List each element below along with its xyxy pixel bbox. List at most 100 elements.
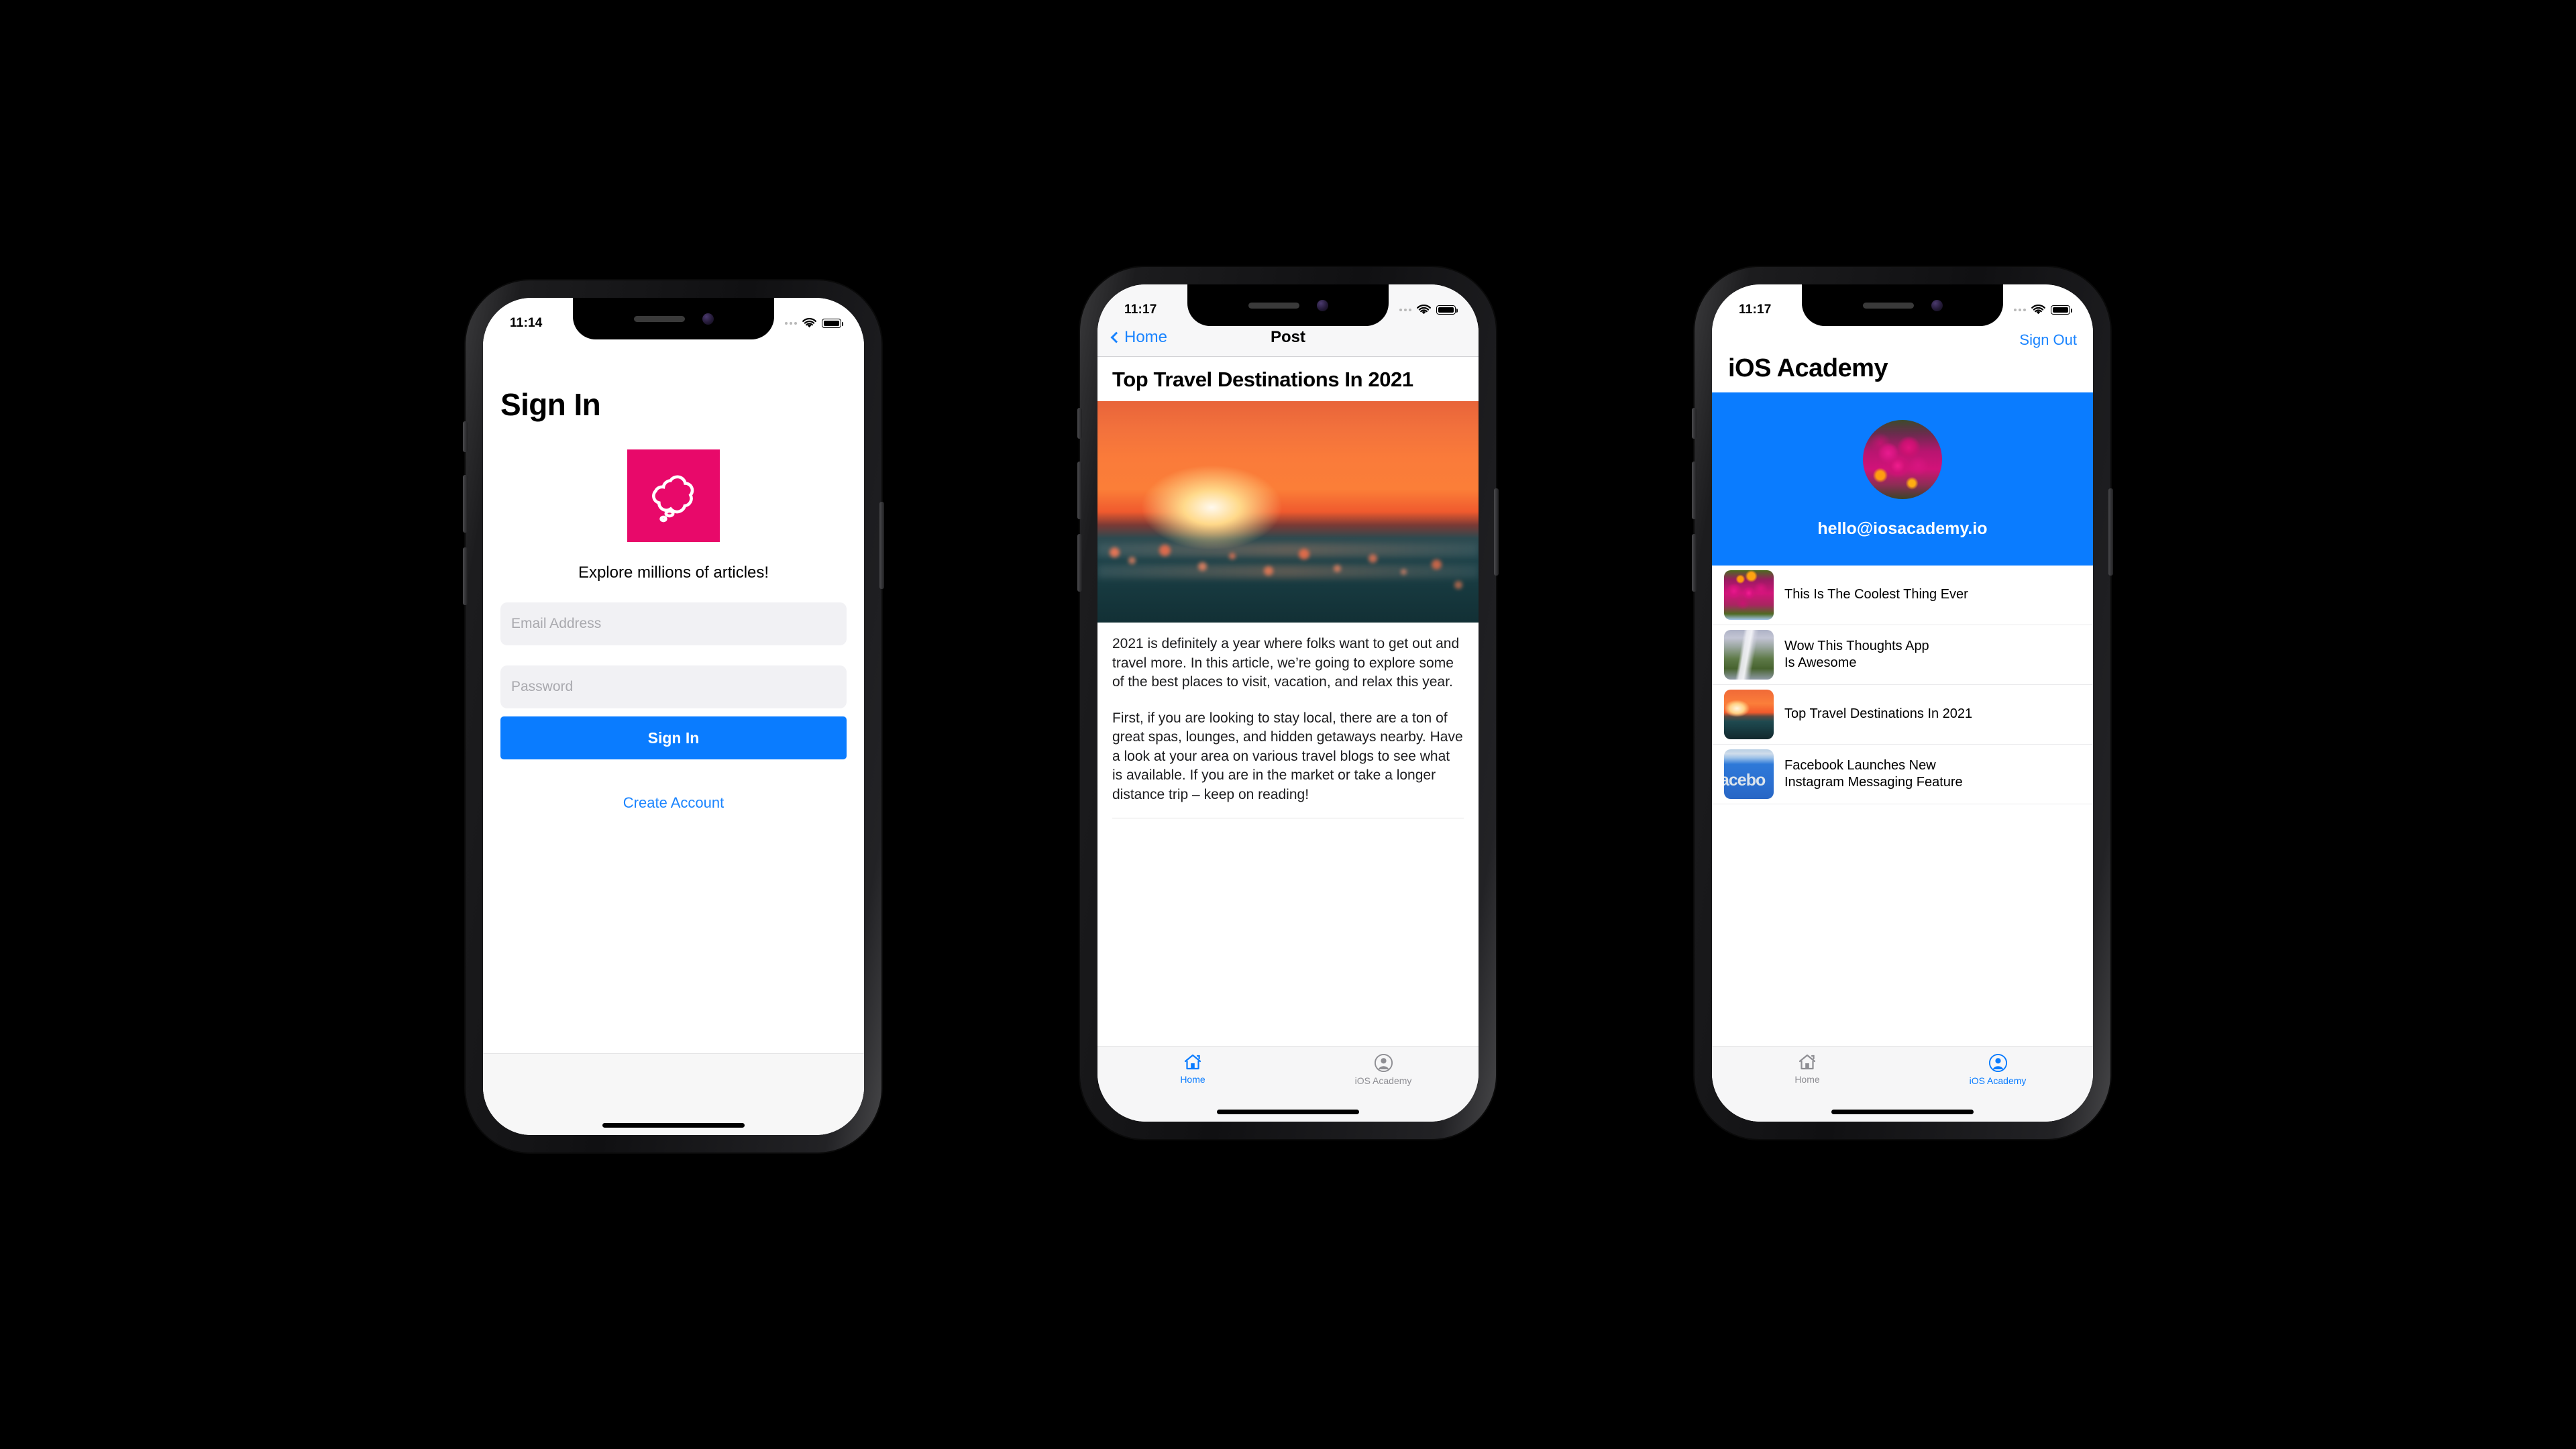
sign-in-button[interactable]: Sign In [500,716,847,759]
list-item[interactable]: Wow This Thoughts App Is Awesome [1712,625,2093,685]
tab-home[interactable]: Home [1097,1053,1288,1085]
wifi-icon [2031,304,2045,314]
battery-icon [822,319,843,328]
profile-header: hello@iosacademy.io [1712,392,2093,566]
cellular-signal-icon [785,322,797,325]
home-indicator[interactable] [602,1123,745,1128]
volume-up-button[interactable] [1077,462,1082,519]
content-spacer [1097,818,1479,1046]
mute-switch[interactable] [463,421,468,452]
page-title: iOS Academy [1728,354,1888,382]
post-title: Top Travel Destinations In 2021 [1112,368,1413,391]
back-button-label: Home [1124,328,1168,346]
person-circle-icon [1988,1053,2007,1073]
list-item[interactable]: Top Travel Destinations In 2021 [1712,685,2093,745]
mute-switch[interactable] [1077,408,1082,439]
power-button[interactable] [1494,488,1499,576]
sign-out-button[interactable]: Sign Out [2019,331,2077,349]
front-camera-icon [702,313,714,325]
status-indicators [1399,304,1458,316]
list-item-title: Wow This Thoughts App Is Awesome [1784,638,1929,670]
volume-down-button[interactable] [463,547,468,605]
post-thumbnail [1724,690,1774,739]
signin-form: Sign In Explore millions of articles! Em… [483,298,864,1053]
home-indicator[interactable] [1831,1110,1974,1114]
battery-icon [1436,305,1458,315]
thought-bubble-logo-icon [627,449,720,542]
signin-screen-content: Sign In Explore millions of articles! Em… [483,298,864,1135]
list-item[interactable]: This Is The Coolest Thing Ever [1712,566,2093,625]
earpiece-speaker-icon [1862,302,1914,309]
create-account-label: Create Account [623,794,724,811]
post-hero-image [1097,401,1479,623]
tab-ios-academy-label: iOS Academy [1354,1075,1412,1086]
page-title: Sign In [500,387,601,422]
status-time: 11:14 [510,316,543,330]
tab-home[interactable]: Home [1712,1053,1902,1085]
notch [1187,284,1389,326]
back-button[interactable]: Home [1110,328,1168,347]
list-item-title: Top Travel Destinations In 2021 [1784,706,1973,722]
nav-title: Post [1270,328,1306,346]
power-button[interactable] [2108,488,2113,576]
screenshot-canvas: 11:14 Sign In Explore millions of articl… [0,0,2576,1449]
password-field-placeholder: Password [511,679,574,694]
post-thumbnail [1724,630,1774,680]
tab-ios-academy[interactable]: iOS Academy [1288,1053,1479,1086]
avatar[interactable] [1863,419,1942,499]
tab-home-label: Home [1180,1074,1205,1085]
email-field-placeholder: Email Address [511,616,602,631]
battery-icon [2051,305,2072,315]
list-item-title: Facebook Launches New Instagram Messagin… [1784,757,1963,790]
home-icon [1184,1054,1201,1070]
home-icon [1799,1054,1816,1070]
tagline: Explore millions of articles! [578,564,769,582]
cellular-signal-icon [2014,309,2026,311]
power-button[interactable] [879,502,884,589]
academy-screen-content: Sign Out iOS Academy hello@iosacademy.io… [1712,284,2093,1122]
phone-screen-post: 11:17 Home Post Top Travel Destinations … [1097,284,1479,1122]
email-field[interactable]: Email Address [500,602,847,645]
post-thumbnail [1724,570,1774,620]
front-camera-icon [1931,299,1943,311]
status-indicators [2014,304,2072,316]
volume-down-button[interactable] [1692,534,1697,592]
list-item[interactable]: acebo Facebook Launches New Instagram Me… [1712,745,2093,804]
post-body: 2021 is definitely a year where folks wa… [1097,623,1479,804]
wifi-icon [1417,304,1431,314]
phone-mockup-post: 11:17 Home Post Top Travel Destinations … [1077,267,1499,1139]
list-item-title: This Is The Coolest Thing Ever [1784,587,1968,602]
tab-ios-academy[interactable]: iOS Academy [1902,1053,2093,1086]
status-time: 11:17 [1124,303,1157,317]
earpiece-speaker-icon [633,315,685,322]
profile-email: hello@iosacademy.io [1817,519,1988,538]
create-account-link[interactable]: Create Account [500,794,847,812]
phone-mockup-academy: 11:17 Sign Out iOS Academy hello@iosacad… [1692,267,2113,1139]
sign-in-button-label: Sign In [647,729,700,747]
notch [1802,284,2003,326]
phone-mockup-signin: 11:14 Sign In Explore millions of articl… [463,280,884,1152]
post-paragraph: 2021 is definitely a year where folks wa… [1112,636,1460,690]
front-camera-icon [1316,299,1328,311]
home-indicator[interactable] [1217,1110,1359,1114]
cellular-signal-icon [1399,309,1411,311]
chevron-left-icon [1110,331,1122,343]
volume-up-button[interactable] [1692,462,1697,519]
tab-ios-academy-label: iOS Academy [1969,1075,2027,1086]
post-paragraph: First, if you are looking to stay local,… [1112,710,1463,802]
phone-screen-academy: 11:17 Sign Out iOS Academy hello@iosacad… [1712,284,2093,1122]
wifi-icon [802,317,816,327]
status-indicators [785,317,843,329]
volume-up-button[interactable] [463,475,468,533]
notch [573,298,774,339]
volume-down-button[interactable] [1077,534,1082,592]
mute-switch[interactable] [1692,408,1697,439]
post-list: This Is The Coolest Thing Ever Wow This … [1712,566,2093,1046]
phone-screen-signin: 11:14 Sign In Explore millions of articl… [483,298,864,1135]
tab-home-label: Home [1794,1074,1820,1085]
earpiece-speaker-icon [1248,302,1299,309]
status-time: 11:17 [1739,303,1772,317]
password-field[interactable]: Password [500,665,847,708]
post-thumbnail: acebo [1724,749,1774,799]
person-circle-icon [1374,1053,1393,1073]
